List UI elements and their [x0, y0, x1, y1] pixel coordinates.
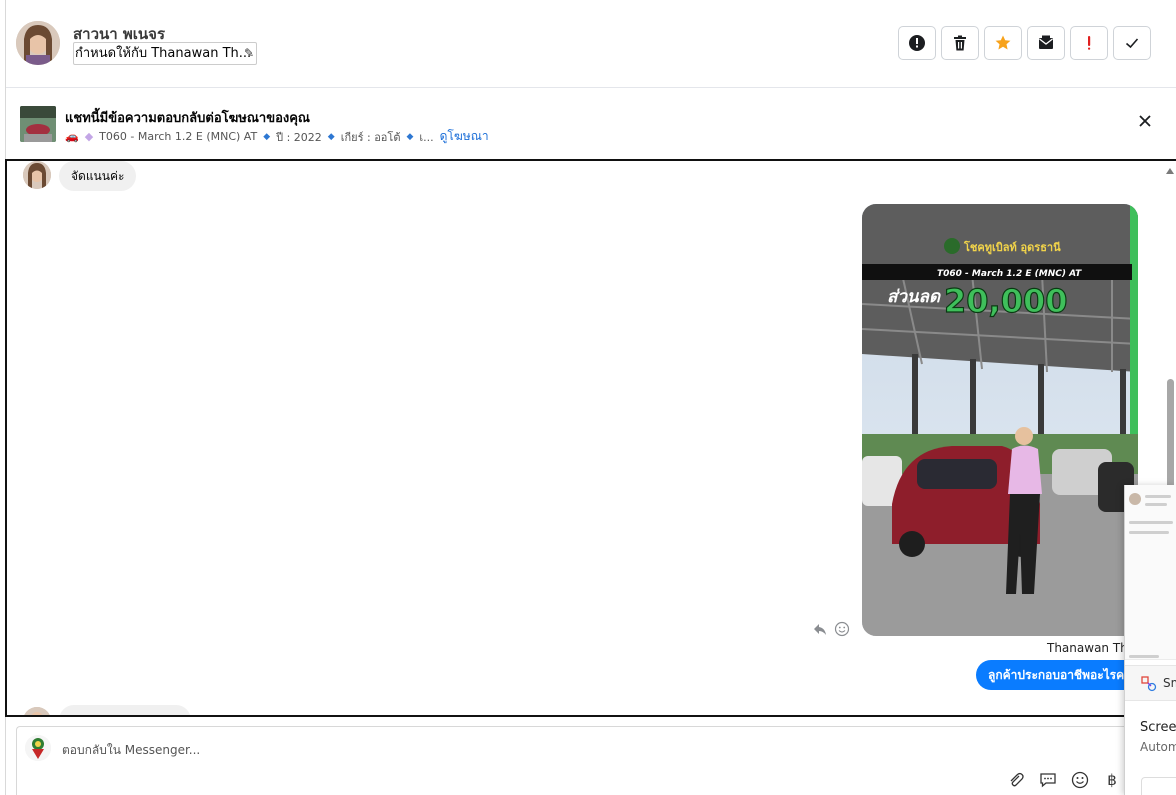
ad-banner-title: แชทนี้มีข้อความตอบกลับต่อโฆษณาของคุณ — [65, 111, 310, 126]
saved-reply-icon — [1040, 773, 1056, 788]
discount-label: ส่วนลด — [887, 287, 941, 307]
assign-text: กำหนดให้กับ Thanawan Th... — [75, 46, 252, 61]
emoji-icon — [1071, 771, 1089, 789]
car-ad-image: โชคทูเบิลท์ อุดรธานี T060 - March 1.2 E … — [862, 204, 1138, 636]
reply-composer: ฿ — [16, 726, 1176, 795]
payment-button[interactable]: ฿ — [1103, 771, 1121, 789]
discount-value: 20,000 — [944, 282, 1067, 320]
close-icon — [1139, 115, 1151, 127]
ad-gear: เกียร์ : ออโต้ — [340, 130, 401, 144]
alert-circle-icon — [909, 35, 925, 51]
popup-preview-thumbnail — [1125, 485, 1176, 660]
header-actions — [898, 26, 1151, 60]
pencil-icon[interactable]: ✎ — [244, 43, 254, 64]
trash-icon — [954, 35, 966, 51]
ad-thumbnail[interactable] — [20, 106, 56, 142]
separator-dot: ◆ — [263, 131, 271, 142]
react-emoji-icon[interactable] — [834, 621, 850, 637]
snipping-tool-icon — [1141, 676, 1157, 692]
popup-subtitle: Autom — [1140, 740, 1176, 754]
scroll-up-arrow-icon[interactable] — [1166, 168, 1174, 174]
preview-line — [1129, 521, 1173, 524]
mark-done-button[interactable] — [1113, 26, 1151, 60]
contact-avatar-photo — [16, 21, 60, 65]
baht-icon: ฿ — [1107, 771, 1117, 789]
screen-tool-popup[interactable]: Sm Screen Autom — [1124, 485, 1176, 795]
sender-avatar-photo — [23, 161, 51, 189]
incoming-message-partial[interactable] — [59, 705, 191, 715]
message-thread[interactable]: จัดแนนค่ะ โชคทูเบิลท์ อุดรธานี T060 - Ma… — [5, 159, 1176, 717]
attach-icon — [1010, 772, 1024, 787]
contact-avatar[interactable] — [16, 21, 60, 65]
preview-line — [1145, 495, 1171, 498]
ad-reply-banner: แชทนี้มีข้อความตอบกลับต่อโฆษณาของคุณ 🚗 ◆… — [6, 88, 1176, 160]
close-banner-button[interactable] — [1136, 112, 1154, 130]
exclamation-icon — [1088, 36, 1091, 50]
ad-thumbnail-image — [20, 106, 56, 142]
view-ad-link[interactable]: ดูโฆษณา — [440, 127, 489, 146]
saved-reply-button[interactable] — [1039, 771, 1057, 789]
page-logo-icon — [25, 735, 51, 761]
delete-button[interactable] — [941, 26, 979, 60]
mail-block-icon — [1039, 35, 1053, 49]
chat-header: สาวนา พเนจร กำหนดให้กับ Thanawan Th... ✎ — [6, 0, 1176, 88]
car-emoji: 🚗 — [65, 130, 79, 143]
separator-dot: ◆ — [327, 131, 335, 142]
sender-avatar-photo — [23, 707, 51, 715]
ad-model: T060 - March 1.2 E (MNC) AT — [99, 130, 258, 143]
incoming-message[interactable]: จัดแนนค่ะ — [59, 161, 137, 191]
preview-line — [1129, 655, 1159, 658]
sender-avatar — [23, 161, 51, 189]
sender-name-label: Thanawan Tho — [1047, 641, 1136, 655]
inbox-chat-view: สาวนา พเนจร กำหนดให้กับ Thanawan Th... ✎ — [0, 0, 1176, 795]
outgoing-message[interactable]: ลูกค้าประกอบอาชีพอะไรคะ — [976, 660, 1143, 690]
reply-icon[interactable] — [812, 621, 828, 637]
popup-title: Screen — [1140, 720, 1176, 735]
model-banner-text: T060 - March 1.2 E (MNC) AT — [937, 269, 1082, 279]
composer-tools: ฿ — [1007, 771, 1121, 789]
brand-text: โชคทูเบิลท์ อุดรธานี — [963, 240, 1061, 255]
sender-avatar — [23, 707, 51, 715]
follow-up-button[interactable] — [1070, 26, 1108, 60]
ad-year: ปี : 2022 — [276, 130, 322, 144]
popup-app-row[interactable]: Sm — [1125, 665, 1176, 701]
ad-details: 🚗 ◆ T060 - March 1.2 E (MNC) AT ◆ ปี : 2… — [65, 127, 489, 146]
preview-avatar — [1129, 493, 1141, 505]
mark-spam-button[interactable] — [898, 26, 936, 60]
media-attachment[interactable]: โชคทูเบิลท์ อุดรธานี T060 - March 1.2 E … — [862, 204, 1138, 636]
separator-dot: ◆ — [406, 131, 414, 142]
attach-button[interactable] — [1007, 771, 1025, 789]
move-to-done-mail-button[interactable] — [1027, 26, 1065, 60]
popup-action-box[interactable] — [1141, 777, 1176, 795]
check-icon — [1125, 38, 1139, 49]
preview-line — [1145, 503, 1167, 506]
preview-line — [1129, 531, 1169, 534]
message-hover-tools — [812, 621, 850, 637]
popup-app-name: Sm — [1163, 676, 1176, 690]
diamond-mark: ◆ — [84, 130, 94, 143]
page-avatar — [25, 735, 51, 761]
ad-more: เ... — [419, 130, 434, 144]
star-button[interactable] — [984, 26, 1022, 60]
assign-field[interactable]: กำหนดให้กับ Thanawan Th... ✎ — [73, 42, 257, 65]
star-icon — [995, 35, 1011, 50]
emoji-button[interactable] — [1071, 771, 1089, 789]
reply-input[interactable] — [62, 741, 662, 759]
